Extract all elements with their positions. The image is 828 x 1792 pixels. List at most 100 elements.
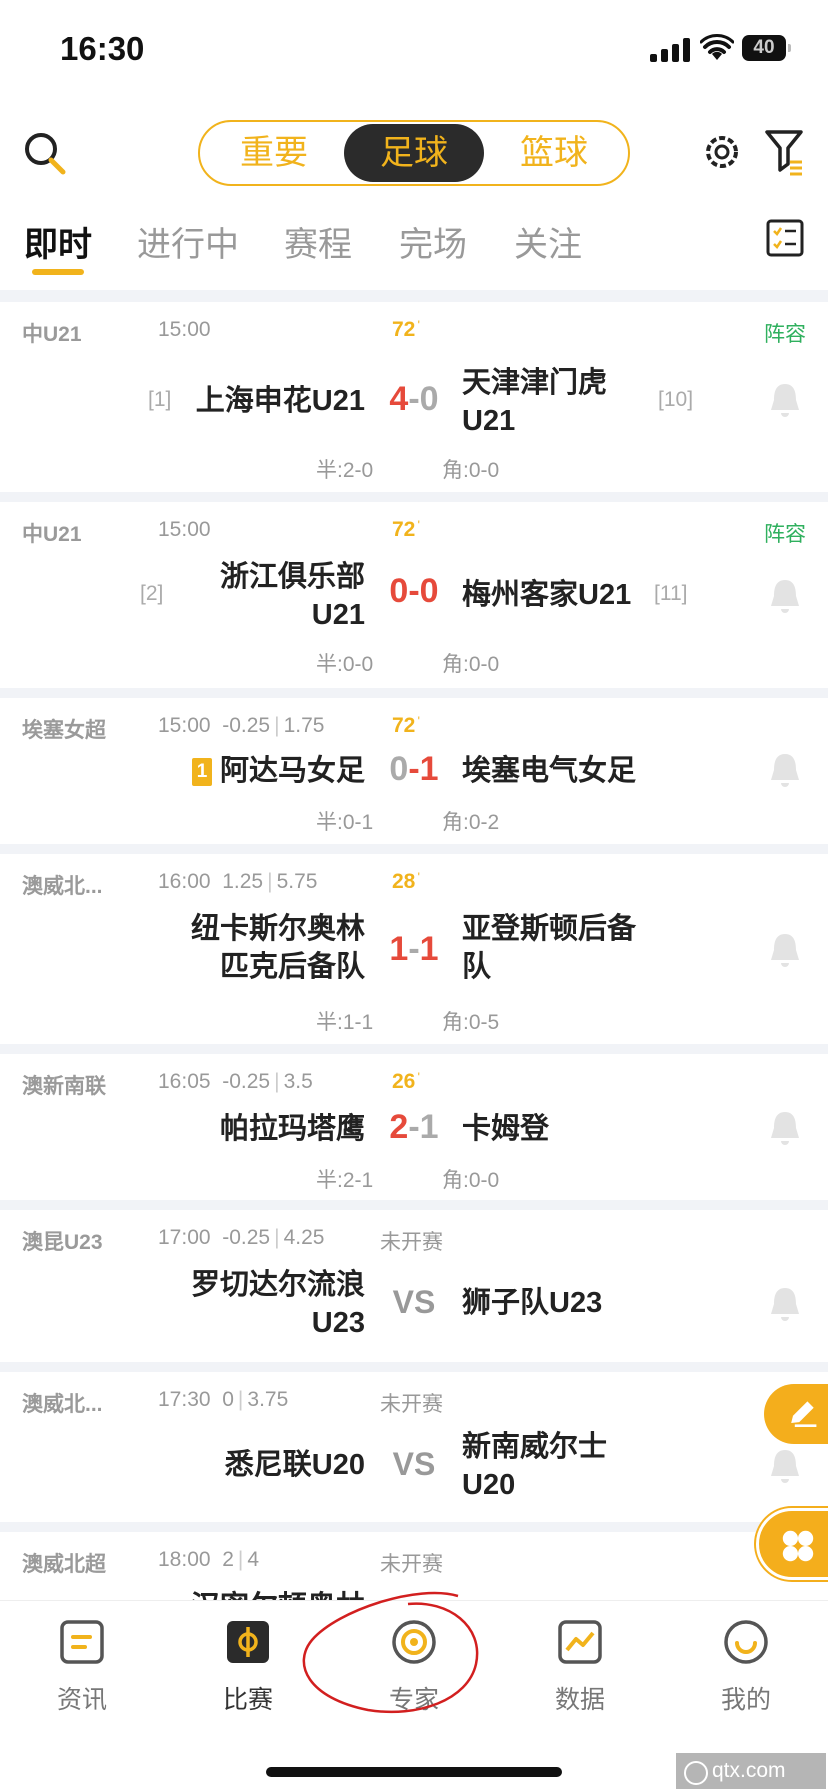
tab-in-progress[interactable]: 进行中 <box>137 217 239 266</box>
match-row[interactable]: 澳昆U23 17:00 -0.25 | 4.25 未开赛 罗切达尔流浪U23 VS … <box>0 1210 828 1362</box>
corner-score: 角:0-0 <box>442 653 500 676</box>
home-rank: [1] <box>148 388 172 411</box>
half-score: 半:1-1 <box>316 1011 374 1034</box>
league-name: 澳威北超 <box>22 1553 106 1576</box>
calendar-icon[interactable] <box>766 219 804 257</box>
lineup-link[interactable]: 阵容 <box>764 518 806 548</box>
battery-icon: 40 <box>742 35 791 61</box>
clover-icon <box>782 1530 814 1562</box>
away-rank: [11] <box>654 582 688 605</box>
status-tabs: 即时 进行中 赛程 完场 关注 <box>0 205 828 287</box>
match-icon <box>227 1621 269 1663</box>
match-minute: 72 ' <box>392 518 420 541</box>
match-time: 16:05 -0.25 | 3.5 <box>158 1070 313 1093</box>
search-icon[interactable] <box>22 130 68 176</box>
home-indicator <box>266 1767 562 1777</box>
nav-news[interactable]: 资讯 <box>22 1619 142 1716</box>
expert-icon <box>392 1620 436 1664</box>
score: 0-0 <box>389 572 439 610</box>
nav-label: 比赛 <box>222 1686 273 1714</box>
home-team: 汉密尔顿奥林 <box>165 1588 365 1600</box>
match-row[interactable]: 澳新南联 16:05 -0.25 | 3.5 26 ' 帕拉玛塔鹰 2-1 卡姆登 半… <box>0 1054 828 1200</box>
divider <box>0 1200 828 1210</box>
away-team: 卡姆登 <box>462 1113 550 1145</box>
away-team: 梅州客家U21 <box>462 579 632 611</box>
score: 1-1 <box>389 930 439 968</box>
match-time: 15:00 <box>158 318 211 341</box>
vs-label: VS <box>392 1284 436 1320</box>
home-team: 罗切达尔流浪U23 <box>190 1269 365 1339</box>
lineup-link[interactable]: 阵容 <box>764 318 806 348</box>
tab-finished[interactable]: 完场 <box>399 217 467 266</box>
bell-icon[interactable] <box>768 382 802 418</box>
match-row[interactable]: 中U21 15:00 72 ' 阵容 [1] 上海申花U21 4-0 天津津门虎U… <box>0 302 828 492</box>
bell-icon[interactable] <box>768 578 802 614</box>
bell-icon[interactable] <box>768 752 802 788</box>
profile-icon <box>724 1620 768 1664</box>
away-team: 亚登斯顿后备队 <box>462 913 637 983</box>
match-row[interactable]: 中U21 15:00 72 ' 阵容 [2] 浙江俱乐部U21 0-0 梅州客家U… <box>0 502 828 688</box>
match-state: 未开赛 <box>380 1553 443 1576</box>
bell-icon[interactable] <box>768 932 802 968</box>
league-name: 埃塞女超 <box>22 719 106 742</box>
match-row[interactable]: 澳威北... 17:30 0 | 3.75 未开赛 悉尼联U20 VS 新南威尔士U… <box>0 1372 828 1522</box>
away-team: 新南威尔士U20 <box>462 1431 608 1501</box>
segment-important[interactable]: 重要 <box>204 124 344 182</box>
tab-schedule[interactable]: 赛程 <box>284 217 352 266</box>
match-row[interactable]: 埃塞女超 15:00 -0.25 | 1.75 72 ' 1 阿达马女足 0-1 埃塞电… <box>0 698 828 844</box>
league-name: 澳昆U23 <box>22 1231 103 1254</box>
match-time: 16:00 1.25 | 5.75 <box>158 870 318 893</box>
match-time: 18:00 2 | 4 <box>158 1548 260 1571</box>
data-icon <box>558 1620 602 1664</box>
half-score: 半:0-0 <box>316 653 374 676</box>
divider <box>0 1362 828 1372</box>
home-team: 浙江俱乐部U21 <box>219 561 365 631</box>
league-name: 澳威北... <box>22 1393 103 1416</box>
league-name: 澳新南联 <box>22 1075 106 1098</box>
divider <box>0 844 828 854</box>
nav-data[interactable]: 数据 <box>520 1619 640 1716</box>
away-rank: [10] <box>658 388 694 411</box>
match-time: 15:00 -0.25 | 1.75 <box>158 714 325 737</box>
filter-icon[interactable] <box>764 128 804 176</box>
home-team: 悉尼联U20 <box>224 1449 365 1481</box>
score: 0-1 <box>389 750 439 788</box>
edit-button[interactable] <box>764 1384 828 1444</box>
league-name: 中U21 <box>22 323 82 346</box>
nav-label: 专家 <box>388 1686 439 1714</box>
home-team: 上海申花U21 <box>195 385 365 417</box>
segment-football[interactable]: 足球 <box>344 124 484 182</box>
match-row[interactable]: 澳威北... 16:00 1.25 | 5.75 28 ' 纽卡斯尔奥林匹克后备队 1… <box>0 854 828 1044</box>
bottom-nav: 资讯 比赛 专家 数据 我的 qtx.com <box>0 1600 828 1792</box>
pencil-icon <box>791 1401 817 1428</box>
nav-match[interactable]: 比赛 <box>188 1619 308 1716</box>
nav-expert[interactable]: 专家 <box>354 1619 474 1716</box>
watermark: qtx.com <box>676 1753 826 1789</box>
bell-icon[interactable] <box>768 1286 802 1322</box>
nav-label: 数据 <box>554 1686 605 1714</box>
tab-live[interactable]: 即时 <box>24 217 92 266</box>
vs-label: VS <box>392 1446 436 1482</box>
bell-icon[interactable] <box>768 1448 802 1484</box>
yellow-card-icon: 1 <box>191 758 212 786</box>
corner-score: 角:0-0 <box>442 1169 500 1192</box>
match-minute: 72 ' <box>392 714 420 737</box>
quick-menu-button[interactable] <box>756 1508 828 1580</box>
wifi-icon <box>700 34 734 60</box>
bell-icon[interactable] <box>768 1110 802 1146</box>
away-team: 埃塞电气女足 <box>462 755 637 787</box>
match-minute: 28 ' <box>392 870 420 893</box>
tab-favorites[interactable]: 关注 <box>514 217 582 266</box>
nav-profile[interactable]: 我的 <box>686 1619 806 1716</box>
segment-basketball[interactable]: 篮球 <box>484 124 624 182</box>
sport-segment-control: 重要 足球 篮球 <box>198 120 630 186</box>
match-state: 未开赛 <box>380 1231 443 1254</box>
home-team: 1 阿达马女足 <box>145 752 365 790</box>
match-row[interactable]: 澳威北超 18:00 2|4 未开赛 汉密尔顿奥林 <box>0 1532 828 1600</box>
gear-icon[interactable] <box>700 130 744 174</box>
home-team: 纽卡斯尔奥林匹克后备队 <box>190 913 365 983</box>
active-tab-indicator <box>32 269 84 275</box>
away-team: 狮子队U23 <box>462 1287 603 1319</box>
top-header: 重要 足球 篮球 <box>0 110 828 200</box>
match-time: 15:00 <box>158 518 211 541</box>
